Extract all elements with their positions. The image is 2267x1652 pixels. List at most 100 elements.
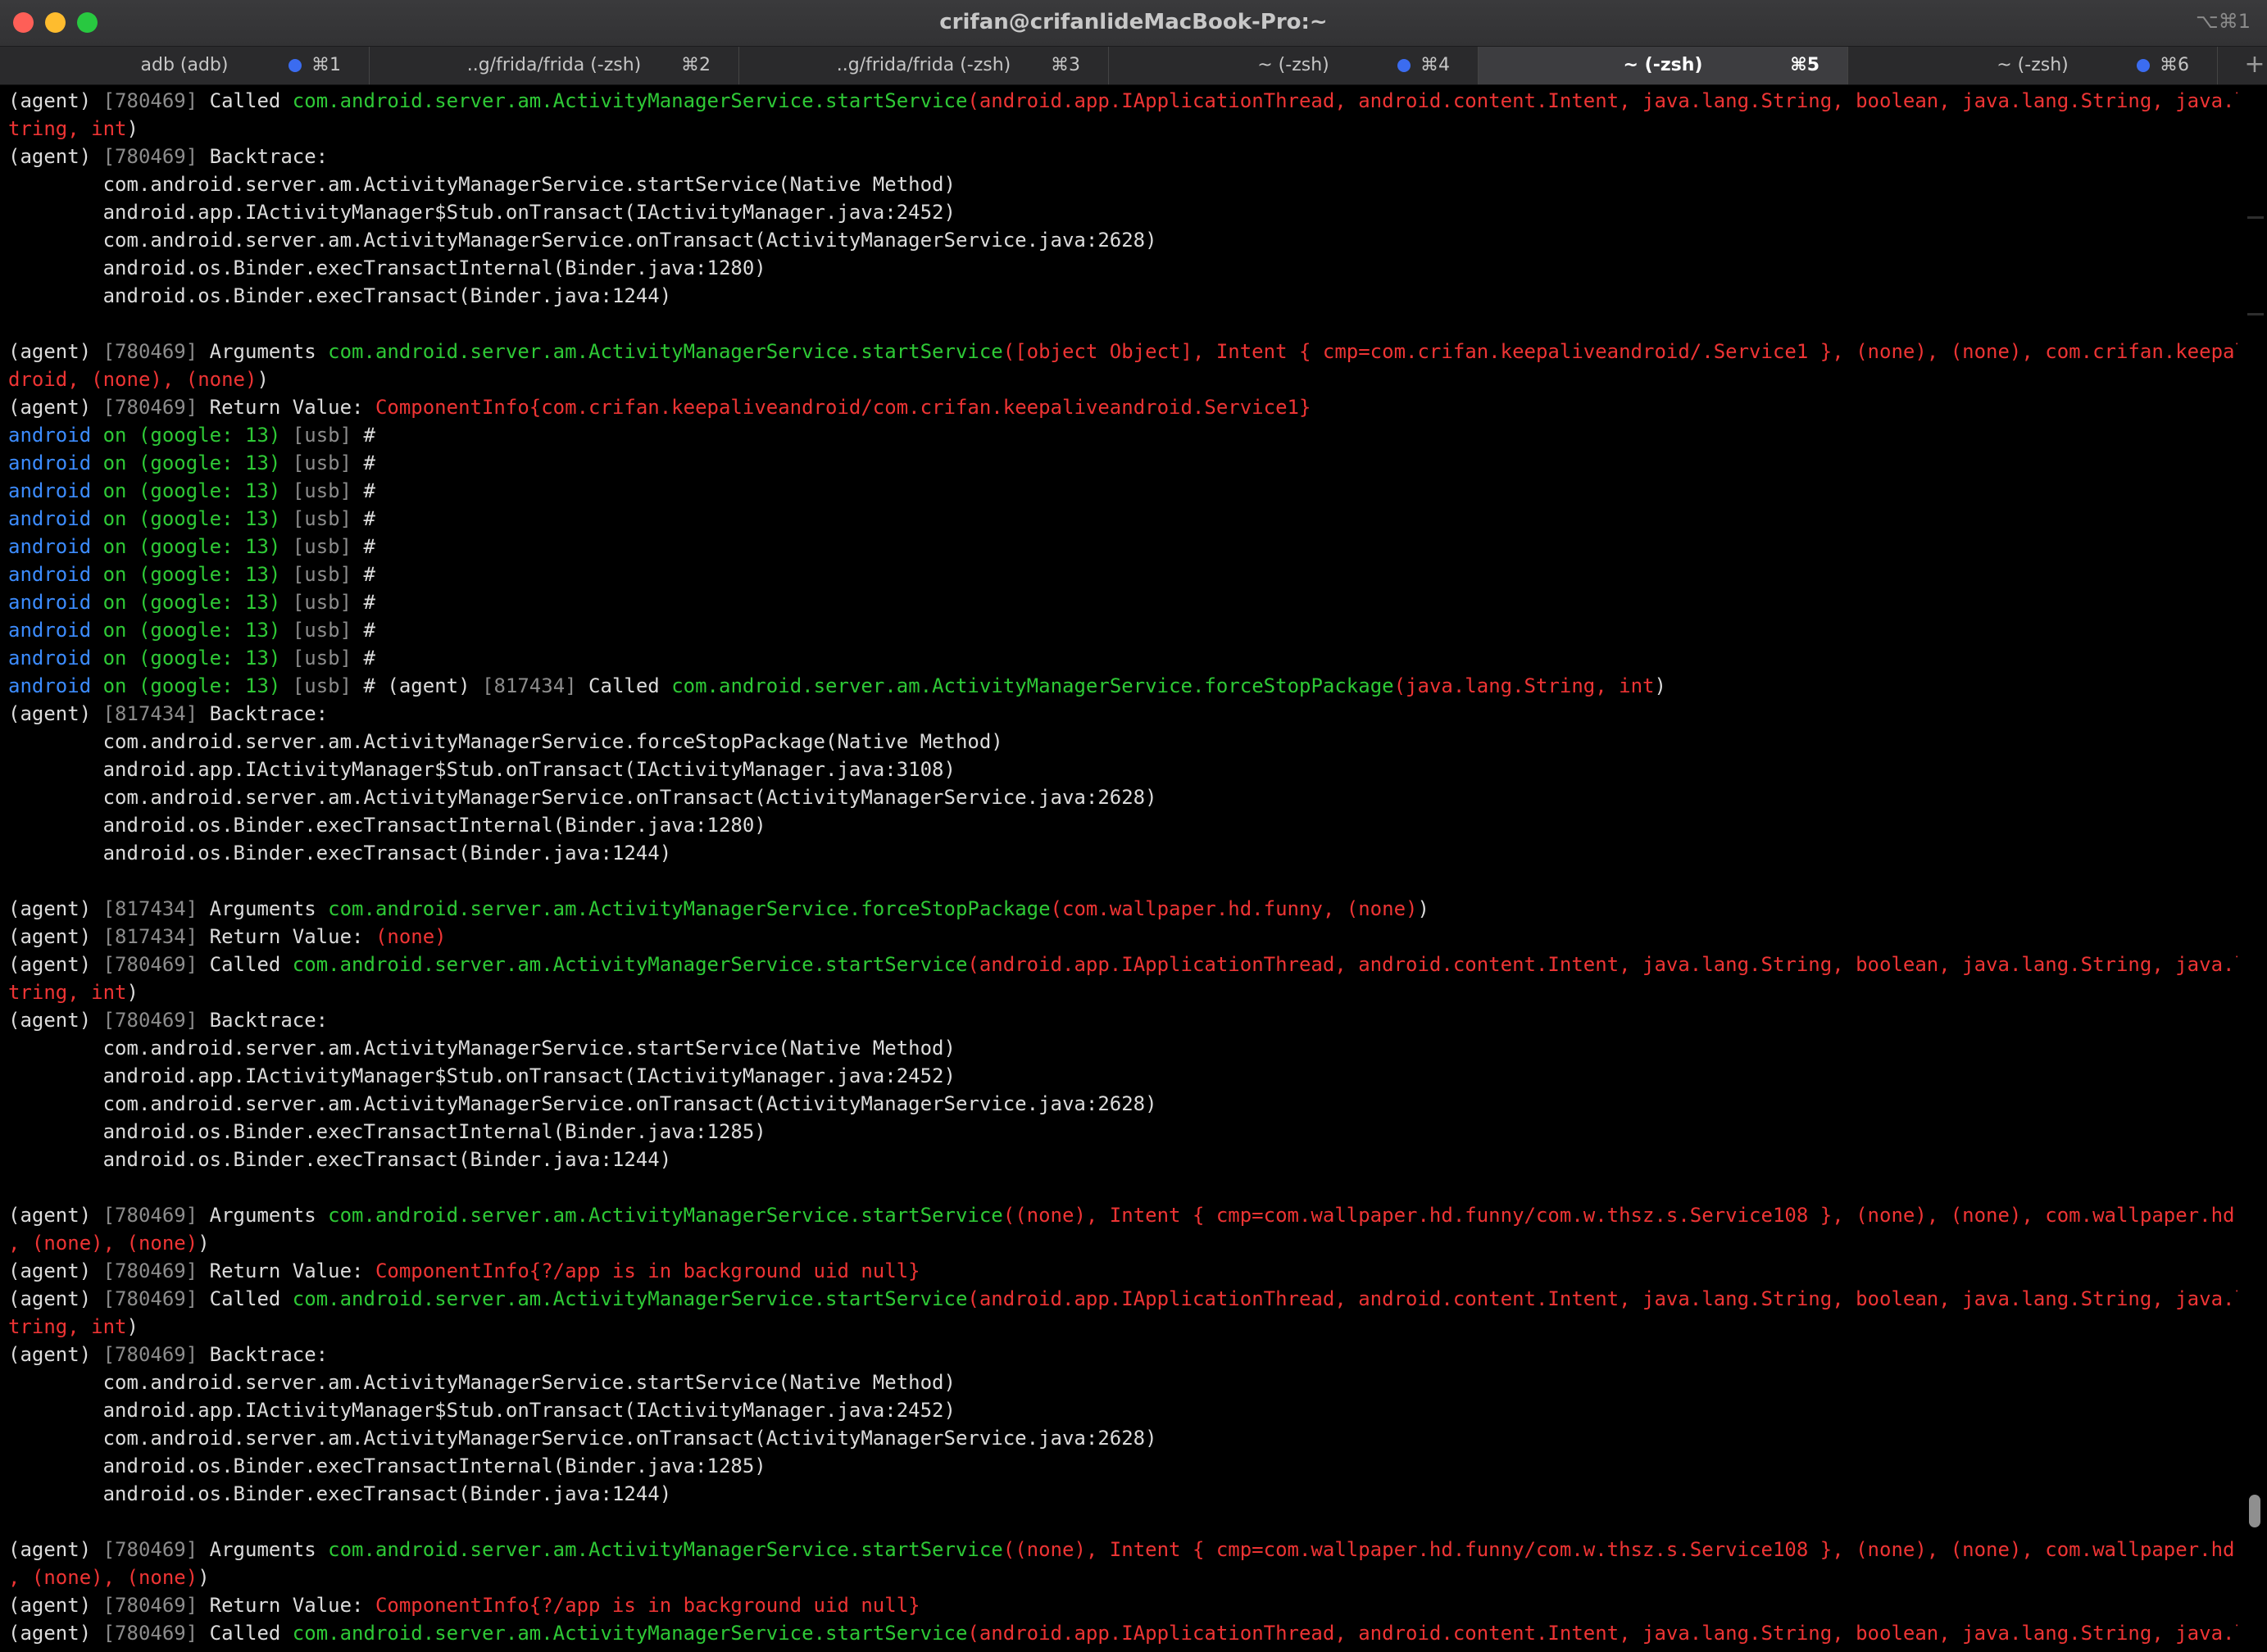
tab-shortcut: ⌘4 [1420,55,1450,75]
terminal-line: android on (google: 13) [usb] # [8,616,2237,644]
terminal-text: android [8,563,103,586]
terminal-text: on [102,647,139,669]
terminal-line: (agent) [780469] Return Value: Component… [8,1591,2237,1619]
terminal-line: android on (google: 13) [usb] # [8,449,2237,477]
terminal-text: android [8,619,103,642]
terminal-line: com.android.server.am.ActivityManagerSer… [8,1424,2237,1452]
terminal-text: [usb] [292,424,364,447]
terminal-text: ) [198,1232,210,1255]
terminal-text: (agent) [8,1009,103,1032]
terminal-text: android [8,479,103,502]
tab-1[interactable]: adb (adb) ⌘1 [0,47,370,84]
tab-activity-dot-icon [1397,59,1411,72]
terminal-scrollbar[interactable] [2244,87,2267,1649]
terminal-text: (google: 13) [138,507,293,530]
terminal-text: on [102,674,139,697]
terminal-line: droid, (none), (none)) [8,365,2237,393]
terminal-text: com.android.server.am.ActivityManagerSer… [8,173,956,196]
terminal-text: com.android.server.am.ActivityManagerSer… [292,1622,968,1645]
tab-3[interactable]: ..g/frida/frida (-zsh) ⌘3 [739,47,1109,84]
terminal-text: android [8,535,103,558]
tab-shortcut: ⌘2 [681,55,711,75]
terminal-text: android.os.Binder.execTransact(Binder.ja… [8,1148,672,1171]
terminal-text: (agent) [8,1343,103,1366]
terminal-text: com.android.server.am.ActivityManagerSer… [328,340,1003,363]
terminal-line: android.app.IActivityManager$Stub.onTran… [8,1062,2237,1090]
terminal-text: com.android.server.am.ActivityManagerSer… [8,1371,956,1394]
terminal-text: [780469] [102,1204,210,1227]
terminal-text: ) [126,117,139,140]
terminal-text: android.os.Binder.execTransact(Binder.ja… [8,284,672,307]
terminal-text: [usb] [292,507,364,530]
terminal-text: ComponentInfo{?/app is in background uid… [375,1594,920,1617]
terminal-text: (agent) [8,396,103,419]
terminal-line: (agent) [780469] Backtrace: [8,143,2237,170]
terminal-text: (google: 13) [138,674,293,697]
terminal-text: (agent) [8,1622,103,1645]
terminal-text: on [102,619,139,642]
terminal-text: (agent) [8,702,103,725]
new-tab-button[interactable]: + [2242,47,2267,84]
terminal-text: (agent) [8,1594,103,1617]
tab-6[interactable]: ~ (-zsh) ⌘6 [1848,47,2218,84]
tab-shortcut: ⌘1 [311,55,341,75]
terminal-line: com.android.server.am.ActivityManagerSer… [8,728,2237,756]
terminal-text: [780469] [102,1594,210,1617]
tab-shortcut: ⌘5 [1790,55,1820,75]
window-title: crifan@crifanlideMacBook-Pro:~ [939,10,1328,34]
terminal-text: Return Value: [209,1594,375,1617]
terminal-line: android.app.IActivityManager$Stub.onTran… [8,1396,2237,1424]
terminal-text: com.android.server.am.ActivityManagerSer… [292,89,968,112]
scroll-mark [2247,216,2264,219]
terminal-line: android.os.Binder.execTransactInternal(B… [8,811,2237,839]
terminal-text: tring, int [8,117,127,140]
tab-2[interactable]: ..g/frida/frida (-zsh) ⌘2 [370,47,739,84]
terminal-line: (agent) [817434] Arguments com.android.s… [8,895,2237,923]
terminal-line: android on (google: 13) [usb] # (agent) … [8,672,2237,700]
terminal-text: [780469] [102,953,210,976]
terminal-line: (agent) [780469] Arguments com.android.s… [8,1536,2237,1564]
terminal-text: android [8,591,103,614]
terminal-text: [780469] [102,1009,210,1032]
tab-4[interactable]: ~ (-zsh) ⌘4 [1109,47,1479,84]
terminal-text: android [8,674,103,697]
terminal-text: on [102,424,139,447]
terminal-text: Backtrace: [209,1009,329,1032]
terminal-text: android.app.IActivityManager$Stub.onTran… [8,201,956,224]
terminal-text: [817434] [482,674,589,697]
terminal-line: android on (google: 13) [usb] # [8,533,2237,560]
terminal-text: # [363,619,375,642]
terminal-text: [780469] [102,1622,210,1645]
terminal-text: android.app.IActivityManager$Stub.onTran… [8,758,956,781]
terminal-line: tring, int) [8,115,2237,143]
terminal-text: com.android.server.am.ActivityManagerSer… [8,786,1157,809]
terminal-text: # [363,563,375,586]
terminal-line: (agent) [780469] Arguments com.android.s… [8,338,2237,365]
terminal-text: [usb] [292,674,364,697]
terminal-text: (android.app.IApplicationThread, android… [967,953,2237,976]
terminal-line: android on (google: 13) [usb] # [8,505,2237,533]
terminal-line: (agent) [780469] Called com.android.serv… [8,87,2237,115]
terminal-line: (agent) [780469] Backtrace: [8,1006,2237,1034]
terminal-text: ComponentInfo{?/app is in background uid… [375,1259,920,1282]
terminal-text: (agent) [8,925,103,948]
terminal-line: (agent) [780469] Called com.android.serv… [8,1285,2237,1313]
terminal-text: (agent) [8,953,103,976]
terminal-line: android.os.Binder.execTransactInternal(B… [8,1452,2237,1480]
terminal-text: com.android.server.am.ActivityManagerSer… [292,953,968,976]
terminal-text: (google: 13) [138,647,293,669]
terminal-text: [usb] [292,452,364,474]
tab-5[interactable]: ~ (-zsh) ⌘5 [1479,47,1848,84]
terminal-line: android on (google: 13) [usb] # [8,421,2237,449]
terminal-text: [usb] [292,591,364,614]
terminal-text: # [363,591,375,614]
terminal-output[interactable]: (agent) [780469] Called com.android.serv… [8,87,2237,1649]
terminal-text: com.android.server.am.ActivityManagerSer… [8,1427,1157,1450]
terminal-text: Arguments [209,1538,329,1561]
terminal-line: com.android.server.am.ActivityManagerSer… [8,226,2237,254]
terminal-line: android on (google: 13) [usb] # [8,477,2237,505]
terminal-line: android.os.Binder.execTransact(Binder.ja… [8,1480,2237,1508]
scrollbar-thumb[interactable] [2249,1495,2260,1527]
